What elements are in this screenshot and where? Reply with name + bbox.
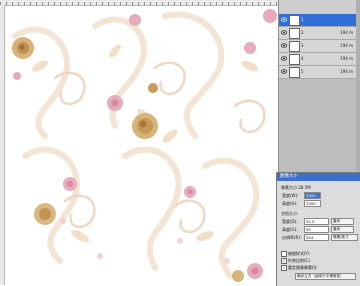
- doc-width-unit-select[interactable]: 厘米: [331, 218, 354, 225]
- layer-size: 194 m: [340, 43, 353, 48]
- doc-width-label: 宽度(D):: [282, 219, 298, 224]
- resolution-label: 分辨率(R):: [282, 235, 302, 240]
- layer-thumbnail: [289, 41, 300, 52]
- panel-scrollbar[interactable]: [356, 0, 360, 172]
- layer-size: 194 m: [340, 56, 353, 61]
- dialog-title: 图像大小: [277, 173, 360, 181]
- layer-row[interactable]: 2 194 m: [279, 27, 360, 40]
- layer-name: 1: [301, 17, 304, 22]
- eye-icon[interactable]: [280, 30, 288, 35]
- layer-name: 2: [301, 30, 304, 35]
- resample-label: 重定图像像素(I):: [288, 265, 318, 270]
- resolution-input[interactable]: 254: [304, 234, 329, 241]
- eye-icon[interactable]: [280, 17, 288, 22]
- layers-empty-area: [279, 79, 360, 172]
- doc-height-label: 高度(G):: [282, 227, 298, 232]
- width-label: 宽度(W):: [282, 193, 299, 198]
- doc-height-unit-select[interactable]: 厘米: [331, 226, 354, 233]
- layer-row[interactable]: 4 194 m: [279, 53, 360, 66]
- layer-thumbnail: [289, 67, 300, 78]
- layer-thumbnail: [289, 28, 300, 39]
- layer-size: 194 m: [340, 69, 353, 74]
- resolution-unit-select[interactable]: 像素/英寸: [331, 234, 358, 241]
- resample-checkbox[interactable]: ✓: [281, 265, 287, 271]
- floral-pattern: [12, 9, 277, 282]
- eye-icon[interactable]: [280, 43, 288, 48]
- rose-gold-large: [132, 113, 158, 139]
- layer-thumbnail: [289, 15, 300, 26]
- doc-size-label: 文档大小:: [281, 211, 299, 216]
- image-size-dialog: 图像大小 像素大小:28.5M 宽度(W): 3300 高度(H): 3300 …: [276, 172, 360, 286]
- layer-row[interactable]: 5 194 m: [279, 66, 360, 79]
- layer-name: 4: [301, 56, 304, 61]
- eye-icon[interactable]: [280, 69, 288, 74]
- constrain-label: 约束比例(C): [288, 258, 310, 263]
- resample-method-select[interactable]: 两次立方（适用于平滑渐变）: [295, 273, 356, 280]
- height-input[interactable]: 3300: [304, 200, 321, 207]
- layer-thumbnail: [289, 54, 300, 65]
- doc-width-input[interactable]: 92.5: [304, 218, 329, 225]
- layer-name: 5: [301, 69, 304, 74]
- layers-panel: 1 2 194 m 3 194 m 4 194 m 5 194 m: [278, 0, 360, 172]
- constrain-checkbox[interactable]: ✓: [281, 258, 287, 264]
- layer-size: 194 m: [340, 30, 353, 35]
- document-canvas[interactable]: [5, 6, 278, 285]
- eye-icon[interactable]: [280, 56, 288, 61]
- width-input[interactable]: 3300: [304, 192, 321, 199]
- doc-height-input[interactable]: 93: [304, 226, 329, 233]
- pixel-size-label: 像素大小:28.5M: [281, 185, 311, 190]
- scale-styles-label: 缩放样式(Y): [288, 251, 310, 256]
- scale-styles-checkbox[interactable]: [281, 251, 287, 257]
- layer-row[interactable]: 1: [279, 14, 360, 27]
- layer-row[interactable]: 3 194 m: [279, 40, 360, 53]
- height-label: 高度(H):: [282, 201, 298, 206]
- layer-name: 3: [301, 43, 304, 48]
